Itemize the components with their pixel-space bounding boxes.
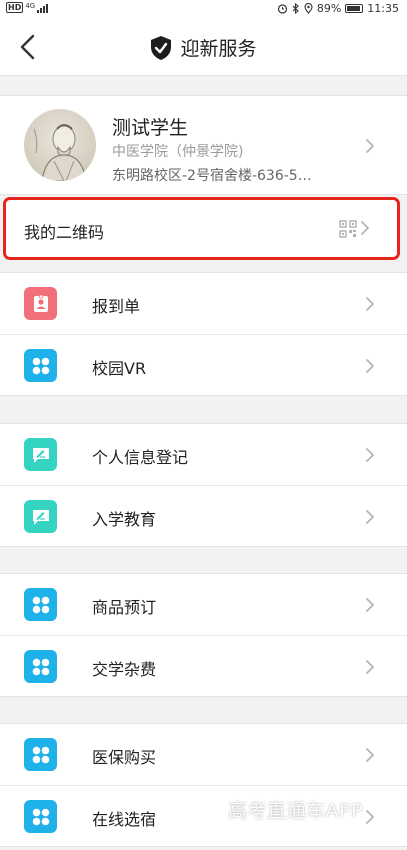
chevron-right-icon xyxy=(361,221,369,235)
grid-flower-icon xyxy=(24,800,57,833)
menu-item-enrollment-education[interactable]: 入学教育 xyxy=(0,485,407,546)
hd-badge: HD xyxy=(6,2,24,13)
menu-group-3: 商品预订 交学杂费 xyxy=(0,573,407,697)
page-title: 迎新服务 xyxy=(180,38,257,60)
menu-item-product-booking[interactable]: 商品预订 xyxy=(0,574,407,635)
battery-icon xyxy=(345,4,364,13)
menu-item-label: 报到单 xyxy=(92,297,141,316)
profile-card[interactable]: 测试学生 中医学院（仲景学院) 东明路校区-2号宿舍楼-636-5… xyxy=(0,95,407,195)
student-dorm-address: 东明路校区-2号宿舍楼-636-5… xyxy=(112,168,312,184)
menu-group-2: 个人信息登记 入学教育 xyxy=(0,423,407,547)
menu-group-4: 医保购买 在线选宿 xyxy=(0,723,407,847)
chevron-right-icon xyxy=(366,139,374,153)
nav-title-group: 迎新服务 xyxy=(0,34,407,61)
status-right: 89% 11:35 xyxy=(277,2,399,15)
menu-group-1: 报到单 校园VR xyxy=(0,272,407,396)
alarm-icon xyxy=(277,4,287,14)
menu-item-label: 交学杂费 xyxy=(92,660,157,679)
menu-item-label: 个人信息登记 xyxy=(92,448,189,467)
status-bar: HD 4G 89% 11:35 xyxy=(0,0,407,18)
chevron-right-icon xyxy=(366,448,374,462)
id-badge-icon xyxy=(24,287,57,320)
menu-item-label: 在线选宿 xyxy=(92,810,157,829)
chevron-right-icon xyxy=(366,748,374,762)
edit-message-icon xyxy=(24,438,57,471)
grid-flower-icon xyxy=(24,738,57,771)
shield-check-icon xyxy=(151,35,172,60)
location-icon xyxy=(304,3,313,14)
menu-item-personal-info[interactable]: 个人信息登记 xyxy=(0,424,407,485)
status-left: HD 4G xyxy=(6,2,51,13)
menu-item-campus-vr[interactable]: 校园VR xyxy=(0,334,407,395)
chevron-right-icon xyxy=(366,510,374,524)
bluetooth-icon xyxy=(292,3,299,14)
battery-percent: 89% xyxy=(316,2,342,15)
watermark-text: 高考直通车APP xyxy=(228,800,363,822)
avatar-portrait xyxy=(33,124,87,181)
menu-item-label: 校园VR xyxy=(92,359,147,378)
avatar xyxy=(24,109,96,181)
chevron-right-icon xyxy=(366,598,374,612)
network-type: 4G xyxy=(25,1,36,10)
my-qr-code-label: 我的二维码 xyxy=(24,223,105,242)
nav-bar: 迎新服务 xyxy=(0,18,407,76)
student-name: 测试学生 xyxy=(112,117,189,139)
qr-code-icon xyxy=(339,220,357,238)
my-qr-code-row[interactable]: 我的二维码 xyxy=(3,197,400,260)
clock: 11:35 xyxy=(367,2,399,15)
chevron-right-icon xyxy=(366,810,374,824)
menu-item-medical-insurance[interactable]: 医保购买 xyxy=(0,724,407,785)
menu-item-label: 商品预订 xyxy=(92,598,157,617)
chevron-right-icon xyxy=(366,297,374,311)
menu-item-report-form[interactable]: 报到单 xyxy=(0,273,407,334)
edit-message-icon xyxy=(24,500,57,533)
menu-item-tuition-fees[interactable]: 交学杂费 xyxy=(0,635,407,696)
grid-flower-icon xyxy=(24,349,57,382)
grid-flower-icon xyxy=(24,650,57,683)
student-college: 中医学院（仲景学院) xyxy=(112,144,244,160)
signal-icon xyxy=(37,3,49,13)
grid-flower-icon xyxy=(24,588,57,621)
chevron-right-icon xyxy=(366,359,374,373)
menu-item-label: 医保购买 xyxy=(92,748,157,767)
chevron-right-icon xyxy=(366,660,374,674)
menu-item-label: 入学教育 xyxy=(92,510,157,529)
